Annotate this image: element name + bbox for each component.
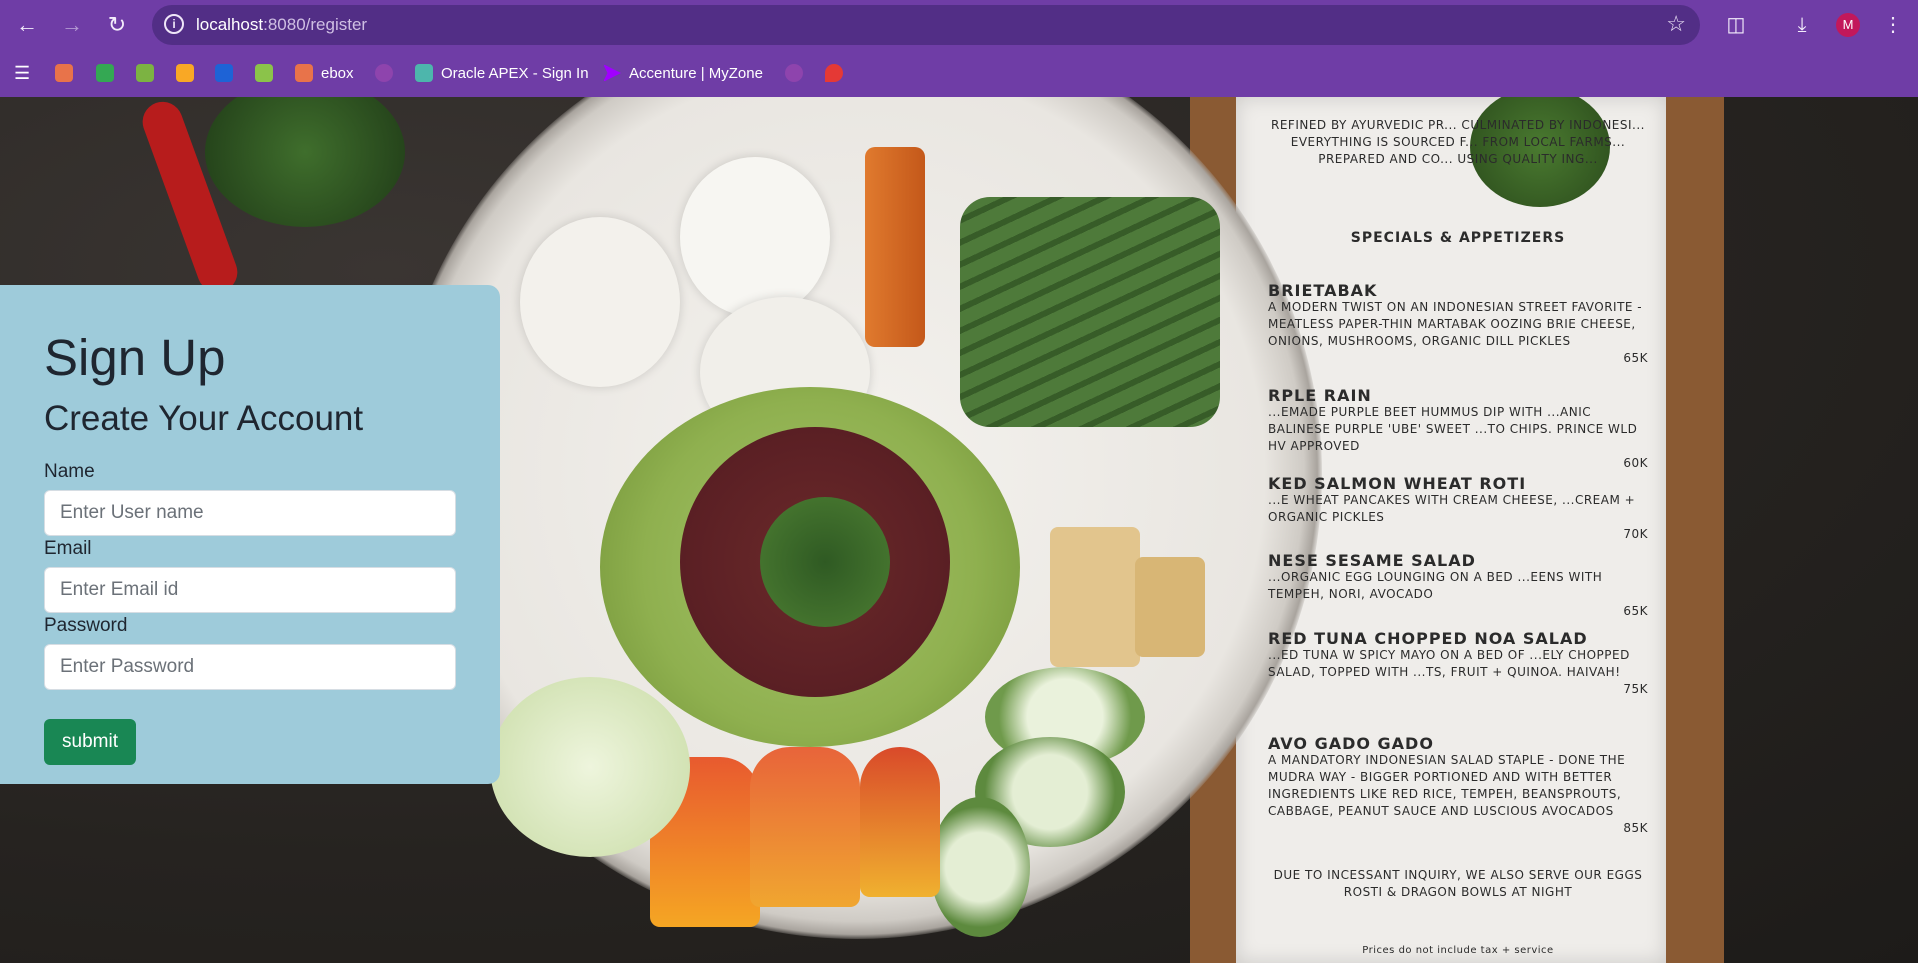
address-bar[interactable]: i localhost:8080/register ☆ bbox=[152, 5, 1700, 45]
browser-toolbar: ← → ↻ i localhost:8080/register ☆ ◫ ⤓ M … bbox=[0, 0, 1918, 50]
menu-item-name: red Tuna Chopped noa Salad bbox=[1268, 629, 1588, 648]
bookmark-1-icon bbox=[55, 64, 73, 82]
bookmark-6-icon bbox=[255, 64, 273, 82]
submit-button[interactable]: submit bbox=[44, 719, 136, 765]
bookmark-star-icon[interactable]: ☆ bbox=[1666, 11, 1686, 37]
menu-item-price: 70k bbox=[1623, 527, 1648, 541]
map-pin-icon bbox=[825, 64, 843, 82]
menu-item-desc: A modern twist on an Indonesian street f… bbox=[1268, 300, 1643, 348]
oracle-apex-icon bbox=[415, 64, 433, 82]
menu-item-name: avo Gado Gado bbox=[1268, 734, 1434, 753]
url-path: :8080/register bbox=[263, 15, 368, 34]
name-label: Name bbox=[44, 461, 95, 482]
menu-item-desc: ...emade purple beet hummus dip with ...… bbox=[1268, 405, 1638, 453]
name-field[interactable] bbox=[44, 490, 456, 536]
menu-section-title: Specials & Appetizers bbox=[1350, 230, 1566, 246]
signup-card: Sign Up Create Your Account Name Email P… bbox=[0, 285, 500, 784]
menu-item-name: rple Rain bbox=[1268, 386, 1372, 405]
menu-item: ked Salmon Wheat Roti ...e wheat pancake… bbox=[1268, 475, 1648, 543]
bookmark-3-icon bbox=[136, 64, 154, 82]
bookmark-8[interactable] bbox=[375, 62, 393, 84]
password-label: Password bbox=[44, 615, 128, 636]
garnish-image bbox=[760, 497, 890, 627]
carrot-image bbox=[865, 147, 925, 347]
avatar[interactable]: M bbox=[1836, 13, 1860, 37]
menu-item-price: 65k bbox=[1623, 604, 1648, 618]
email-label: Email bbox=[44, 538, 92, 559]
bookmark-label: Accenture | MyZone bbox=[629, 64, 763, 82]
green-beans-image bbox=[960, 197, 1220, 427]
menu-item-desc: ...organic egg lounging on a bed ...eens… bbox=[1268, 570, 1603, 601]
menu-item-name: ked Salmon Wheat Roti bbox=[1268, 474, 1527, 493]
bookmark-3[interactable] bbox=[136, 62, 154, 84]
bookmark-12[interactable] bbox=[825, 62, 843, 84]
menu-item-price: 75k bbox=[1623, 682, 1648, 696]
menu-fineprint: Prices do not include tax + service bbox=[1362, 945, 1554, 956]
bookmark-accenture[interactable]: Accenture | MyZone bbox=[603, 62, 763, 84]
bookmark-label: ebox bbox=[321, 64, 354, 82]
tofu-image bbox=[1050, 527, 1140, 667]
bookmark-4[interactable] bbox=[176, 62, 194, 84]
ebox-icon bbox=[295, 64, 313, 82]
menu-item-desc: ...ed tuna w spicy mayo on a bed of ...e… bbox=[1268, 648, 1630, 679]
extensions-icon[interactable]: ◫ bbox=[1721, 10, 1751, 40]
menu-item: rple Rain ...emade purple beet hummus di… bbox=[1268, 387, 1648, 472]
forward-icon[interactable]: → bbox=[57, 10, 87, 40]
apps-icon[interactable]: ☰ bbox=[14, 62, 30, 84]
bookmark-1[interactable] bbox=[55, 62, 73, 84]
tomato-image bbox=[860, 747, 940, 897]
menu-item-price: 85k bbox=[1623, 821, 1648, 835]
cracker-image bbox=[520, 217, 680, 387]
bookmarks-bar: ☰ ebox Oracle APEX - Sign In Accenture |… bbox=[0, 50, 1918, 97]
menu-item-price: 60k bbox=[1623, 456, 1648, 470]
bookmark-4-icon bbox=[176, 64, 194, 82]
cracker-image bbox=[680, 157, 830, 317]
menu-item: red Tuna Chopped noa Salad ...ed tuna w … bbox=[1268, 630, 1648, 698]
page-background: Refined by Ayurvedic pr... culminated by… bbox=[0, 97, 1918, 963]
accenture-icon bbox=[603, 64, 621, 82]
page-subtitle: Create Your Account bbox=[44, 399, 364, 438]
url-host: localhost bbox=[196, 15, 264, 34]
bookmark-11-icon bbox=[785, 64, 803, 82]
bookmark-11[interactable] bbox=[785, 62, 803, 84]
cabbage-image bbox=[490, 677, 690, 857]
bookmark-label: Oracle APEX - Sign In bbox=[441, 64, 589, 82]
menu-item: avo Gado Gado A mandatory Indonesian sal… bbox=[1268, 735, 1648, 837]
page-title: Sign Up bbox=[44, 329, 226, 386]
url-text[interactable]: localhost:8080/register bbox=[196, 15, 367, 35]
menu-item-desc: ...e wheat pancakes with cream cheese, .… bbox=[1268, 493, 1636, 524]
bookmark-5[interactable] bbox=[215, 62, 233, 84]
menu-item: nese Sesame Salad ...organic egg loungin… bbox=[1268, 552, 1648, 620]
back-icon[interactable]: ← bbox=[12, 10, 42, 40]
menu-intro: Refined by Ayurvedic pr... culminated by… bbox=[1271, 118, 1645, 166]
cucumber-image bbox=[930, 797, 1030, 937]
menu-item-price: 65k bbox=[1623, 351, 1648, 365]
menu-item-desc: A mandatory Indonesian salad staple - do… bbox=[1268, 753, 1626, 818]
menu-item-name: nese Sesame Salad bbox=[1268, 551, 1476, 570]
download-icon[interactable]: ⤓ bbox=[1787, 10, 1817, 40]
email-field[interactable] bbox=[44, 567, 456, 613]
bookmark-oracle-apex[interactable]: Oracle APEX - Sign In bbox=[415, 62, 589, 84]
bookmark-6[interactable] bbox=[255, 62, 273, 84]
bookmark-8-icon bbox=[375, 64, 393, 82]
tofu-image bbox=[1135, 557, 1205, 657]
tomato-image bbox=[750, 747, 860, 907]
reload-icon[interactable]: ↻ bbox=[102, 10, 132, 40]
menu-footer: Due to incessant inquiry, we also serve … bbox=[1273, 868, 1643, 899]
site-info-icon[interactable]: i bbox=[164, 14, 184, 34]
bookmark-5-icon bbox=[215, 64, 233, 82]
bookmark-ebox[interactable]: ebox bbox=[295, 62, 354, 84]
menu-item-name: Brietabak bbox=[1268, 281, 1378, 300]
menu-kebab-icon[interactable]: ⋮ bbox=[1878, 10, 1908, 40]
drive-icon bbox=[96, 64, 114, 82]
menu-item: Brietabak A modern twist on an Indonesia… bbox=[1268, 282, 1648, 367]
password-field[interactable] bbox=[44, 644, 456, 690]
bookmark-2[interactable] bbox=[96, 62, 114, 84]
